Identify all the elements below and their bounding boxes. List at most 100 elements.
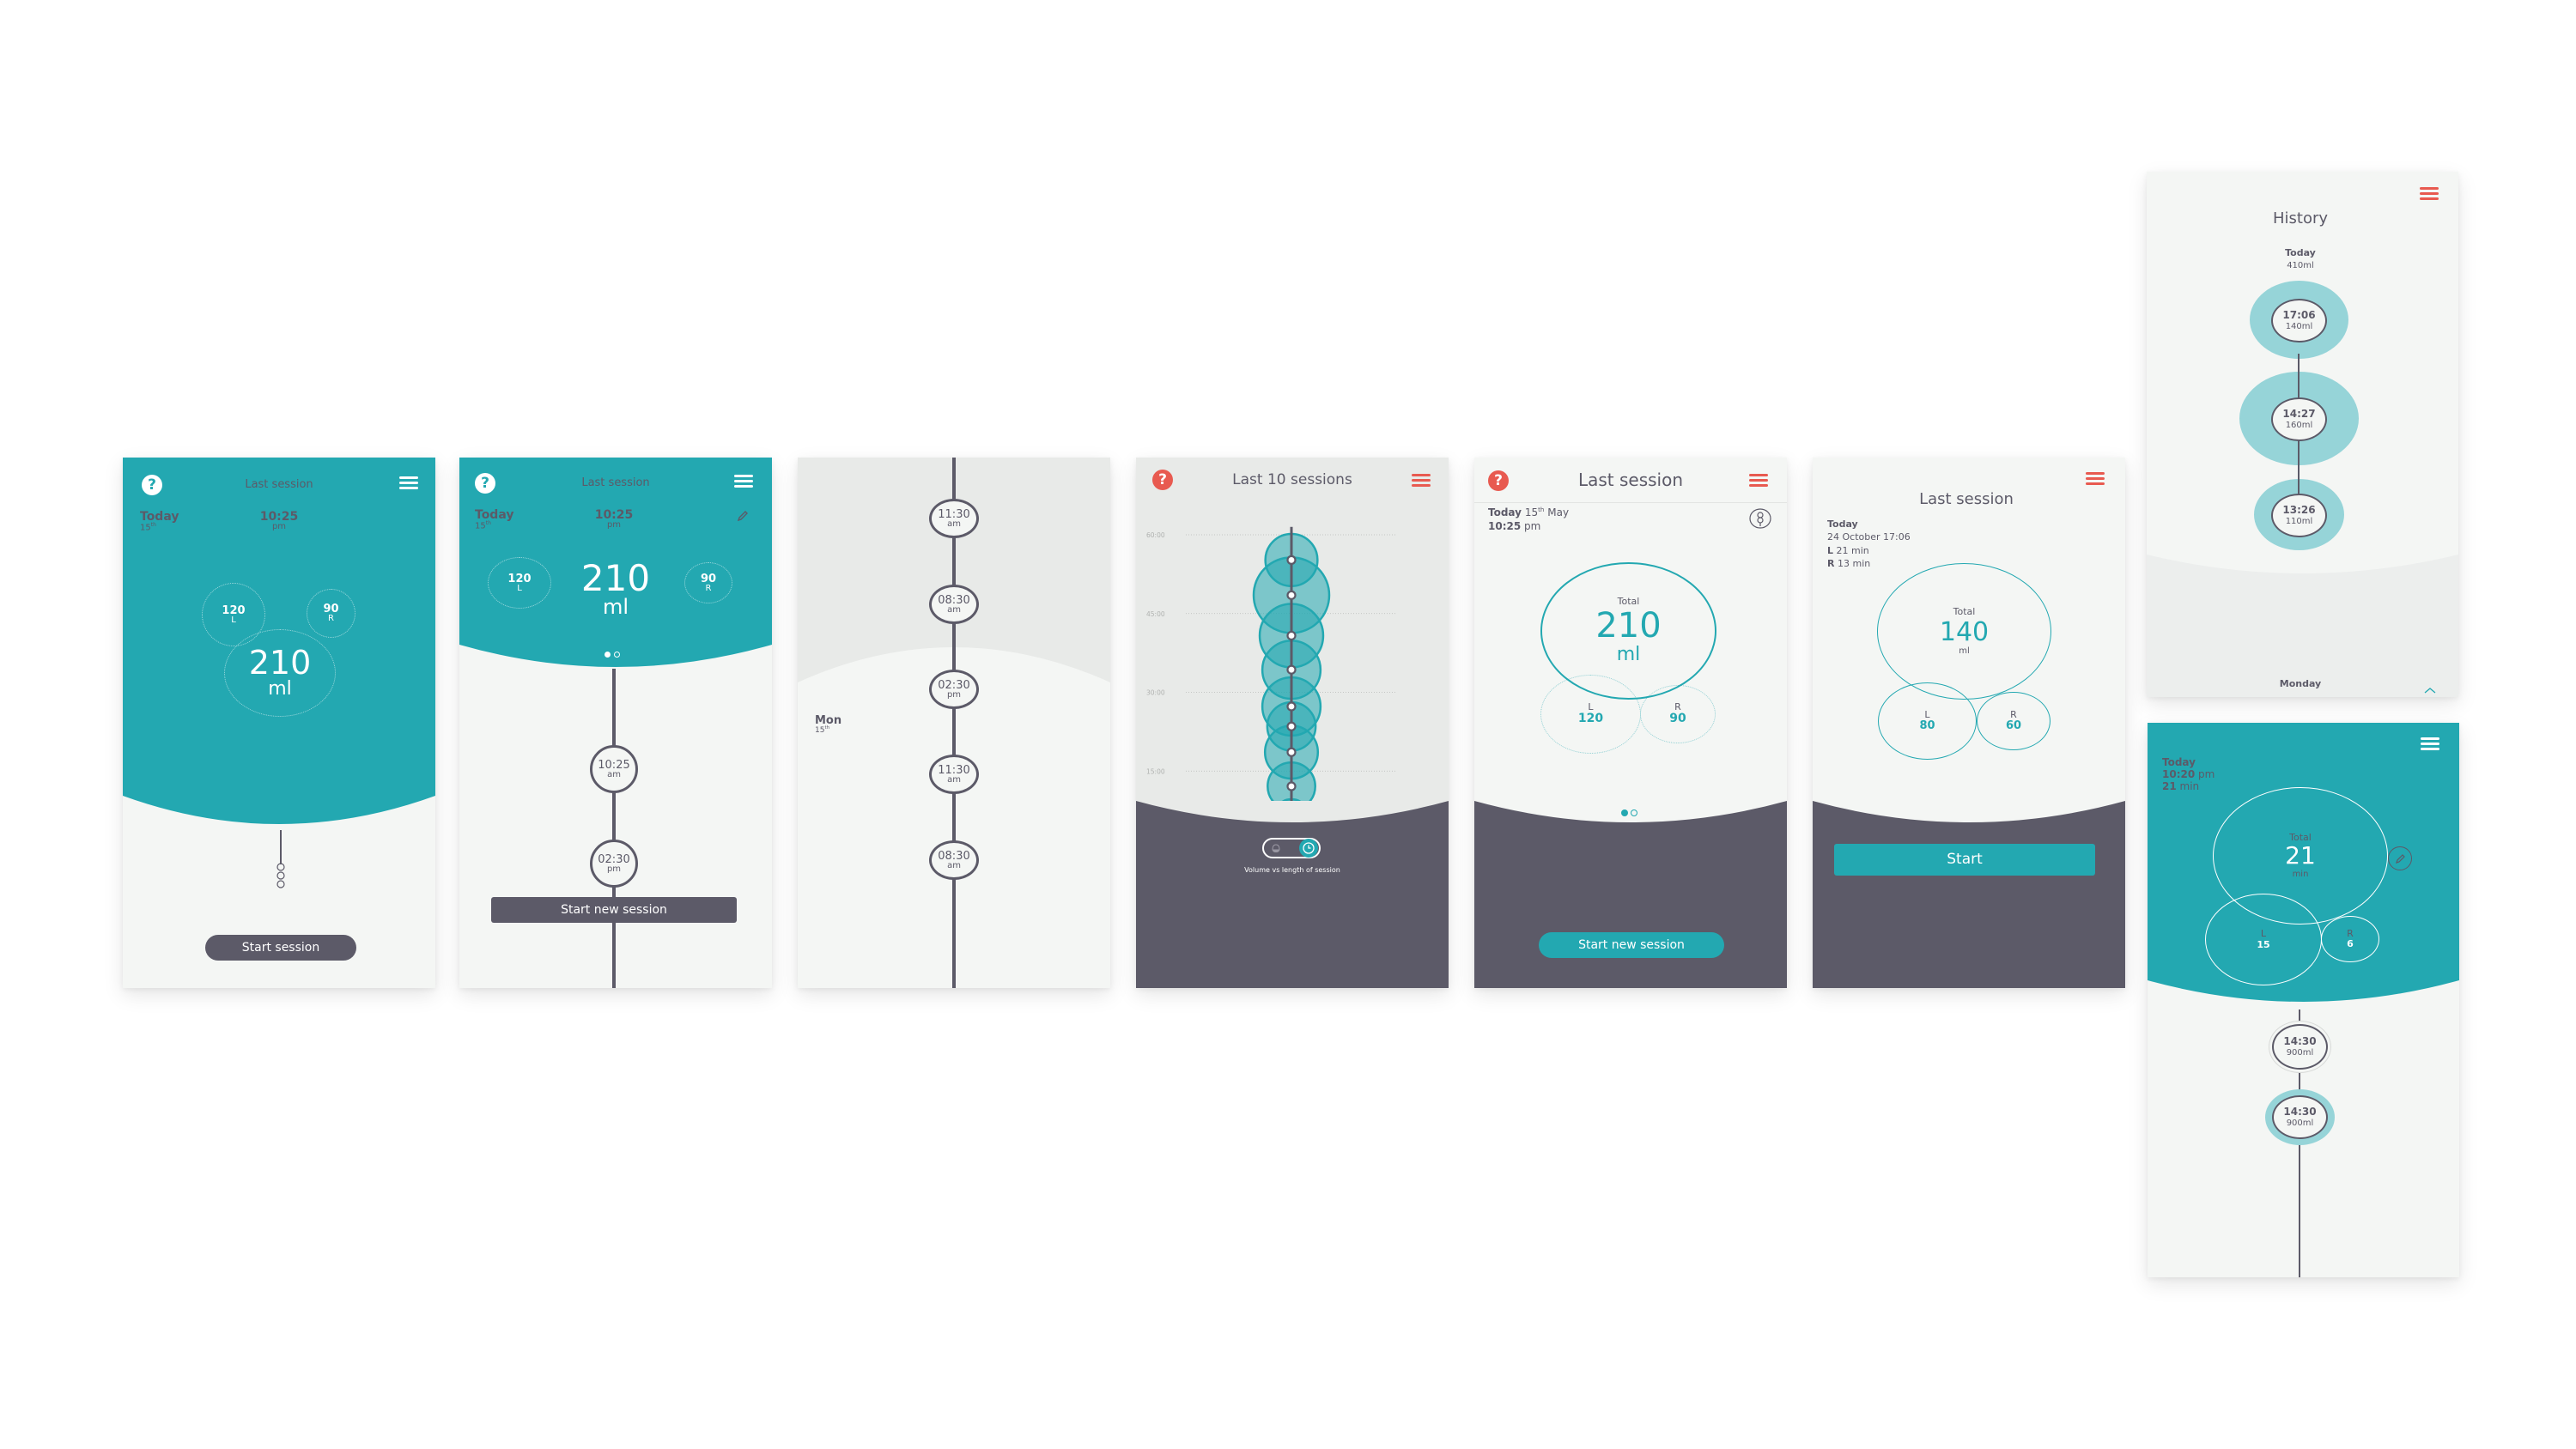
date-number: 15 bbox=[140, 523, 151, 533]
total-label: Total bbox=[1953, 606, 1976, 618]
node-time: 02:30 bbox=[598, 852, 630, 866]
node-ampm: am bbox=[947, 774, 961, 785]
next-day-label[interactable]: Monday bbox=[2147, 678, 2454, 689]
session-point bbox=[1286, 555, 1297, 565]
right-duration-value: 13 min bbox=[1837, 558, 1871, 570]
right-value: 6 bbox=[2347, 938, 2354, 949]
session-details: Today 24 October 17:06 L 21 min R 13 min bbox=[1827, 518, 1911, 571]
history-session-node[interactable]: 13:26 110ml bbox=[2271, 494, 2327, 537]
history-session-node[interactable]: 17:06 140ml bbox=[2271, 299, 2327, 343]
day-suffix: th bbox=[824, 725, 829, 731]
right-duration-label: R bbox=[1827, 558, 1835, 570]
session-date: Today 15th bbox=[475, 509, 513, 530]
node-time: 08:30 bbox=[938, 593, 970, 607]
bottle-icon bbox=[1272, 844, 1280, 852]
left-volume-circle: L 80 bbox=[1878, 682, 1977, 760]
left-value: 120 bbox=[222, 603, 246, 617]
total-value: 210 bbox=[1595, 605, 1662, 646]
right-label: R bbox=[328, 614, 334, 623]
y-tick-label: 45:00 bbox=[1146, 610, 1165, 618]
timeline-node[interactable]: 11:30 am bbox=[929, 499, 979, 538]
right-duration-circle: R 6 bbox=[2321, 916, 2379, 962]
session-time: 17:06 bbox=[2282, 308, 2316, 321]
page-dot-active[interactable] bbox=[605, 652, 611, 658]
session-time: 14:27 bbox=[2282, 407, 2316, 420]
timeline-node[interactable]: 08:30 am bbox=[929, 585, 979, 624]
node-volume: 900ml bbox=[2286, 1047, 2314, 1058]
node-ampm: am bbox=[947, 518, 961, 529]
date-day: Today bbox=[1488, 506, 1522, 518]
page-dot-active[interactable] bbox=[1621, 809, 1628, 816]
session-point bbox=[1286, 747, 1297, 757]
timeline-node[interactable]: 10:25 am bbox=[590, 745, 638, 793]
y-tick-label: 30:00 bbox=[1146, 689, 1165, 697]
total-volume-circle: Total 140 ml bbox=[1877, 563, 2051, 700]
day-label: Today bbox=[2285, 247, 2316, 258]
breast-side-icon[interactable] bbox=[1748, 507, 1772, 530]
time-value: 10:25 bbox=[1488, 520, 1522, 533]
pencil-icon[interactable] bbox=[736, 509, 750, 523]
left-value: 15 bbox=[2257, 938, 2270, 950]
total-volume-circle: 210 ml bbox=[224, 629, 336, 717]
node-ampm: pm bbox=[946, 689, 962, 700]
session-point bbox=[1286, 664, 1297, 675]
start-new-session-button[interactable]: Start new session bbox=[1539, 932, 1724, 958]
total-value: 140 bbox=[1939, 616, 1990, 647]
time-value: 10:25 bbox=[594, 508, 634, 522]
hamburger-menu-icon[interactable] bbox=[734, 475, 753, 488]
page-dot[interactable] bbox=[1631, 809, 1637, 816]
node-time: 14:30 bbox=[2283, 1105, 2317, 1118]
chevron-up-icon[interactable] bbox=[2424, 687, 2436, 694]
node-ampm: am bbox=[947, 860, 961, 870]
page-dot[interactable] bbox=[614, 652, 620, 658]
page-title: History bbox=[2272, 209, 2329, 227]
right-value: 60 bbox=[2005, 718, 2022, 732]
hamburger-menu-icon[interactable] bbox=[399, 476, 418, 490]
start-session-button[interactable]: Start session bbox=[205, 935, 356, 961]
page-title: Last session bbox=[581, 476, 650, 489]
history-session-node[interactable]: 14:27 160ml bbox=[2271, 397, 2327, 441]
hamburger-menu-icon[interactable] bbox=[2086, 472, 2105, 486]
date-number: 15 bbox=[475, 521, 486, 531]
page-title: Last session bbox=[1919, 490, 2014, 508]
timeline-node[interactable]: 11:30 am bbox=[929, 755, 979, 794]
date-day: Today bbox=[1827, 518, 1858, 530]
view-toggle[interactable] bbox=[1262, 838, 1321, 858]
session-date: Today 15th bbox=[140, 511, 179, 532]
session-point bbox=[1286, 630, 1297, 641]
page-title: Last session bbox=[1577, 470, 1684, 490]
duration-value: 21 bbox=[2162, 779, 2177, 792]
right-volume-circle: 90 R bbox=[684, 562, 732, 603]
start-button[interactable]: Start bbox=[1834, 844, 2095, 876]
timeline-node[interactable]: 02:30 pm bbox=[929, 670, 979, 709]
left-value: 80 bbox=[1919, 718, 1935, 732]
time-ampm: pm bbox=[2198, 767, 2215, 780]
left-label: L bbox=[2260, 928, 2267, 940]
node-ampm: am bbox=[947, 604, 961, 615]
date-suffix: th bbox=[1538, 506, 1545, 513]
hamburger-menu-icon[interactable] bbox=[1749, 474, 1768, 488]
total-volume: 210 ml bbox=[571, 561, 660, 618]
total-volume-circle: Total 210 ml bbox=[1540, 562, 1716, 700]
timeline-node[interactable]: 08:30 am bbox=[929, 840, 979, 880]
sessions-bubble-chart: 00:0015:0030:0045:0060:00 bbox=[1146, 526, 1396, 801]
session-point bbox=[1286, 590, 1297, 600]
clock-icon[interactable] bbox=[1299, 839, 1318, 858]
timeline-node[interactable]: 02:30 pm bbox=[590, 840, 638, 888]
total-value: 210 bbox=[248, 643, 312, 682]
start-new-session-button[interactable]: Start new session bbox=[491, 897, 737, 923]
right-volume-circle: R 60 bbox=[1977, 692, 2050, 750]
timeline-node[interactable]: 14:30 900ml bbox=[2272, 1024, 2328, 1070]
node-time: 10:25 bbox=[598, 758, 630, 772]
node-volume: 900ml bbox=[2286, 1118, 2314, 1128]
hamburger-menu-icon[interactable] bbox=[2420, 187, 2439, 201]
date-day: Today bbox=[2162, 756, 2196, 768]
hamburger-menu-icon[interactable] bbox=[2421, 737, 2439, 751]
timeline-node-selected[interactable]: 14:30 900ml bbox=[2272, 1095, 2328, 1139]
duration-unit: min bbox=[2179, 779, 2200, 792]
more-sessions-icon[interactable] bbox=[274, 863, 288, 892]
date-day: Today bbox=[475, 508, 514, 522]
time-ampm: pm bbox=[271, 522, 287, 531]
total-unit: ml bbox=[1959, 646, 1970, 656]
pencil-icon[interactable] bbox=[2388, 846, 2412, 870]
